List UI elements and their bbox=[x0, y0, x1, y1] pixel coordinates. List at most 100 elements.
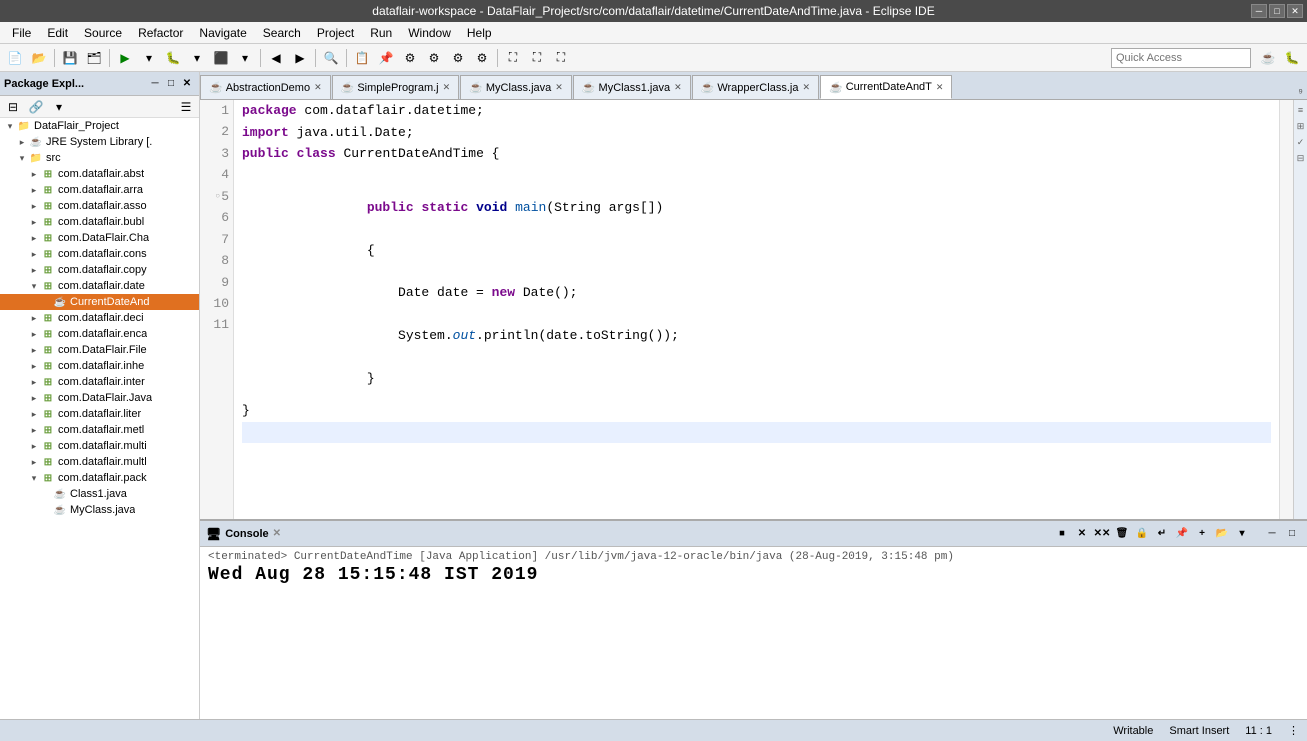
tab-wrapperclass[interactable]: ☕ WrapperClass.ja ✕ bbox=[692, 75, 819, 99]
coverage-button[interactable]: ⬛ bbox=[210, 47, 232, 69]
tree-item-pkg-copy[interactable]: ▸ ⊞ com.dataflair.copy bbox=[0, 262, 199, 278]
console-maximize-btn[interactable]: □ bbox=[1283, 525, 1301, 543]
menu-edit[interactable]: Edit bbox=[39, 22, 76, 43]
tab-close-2[interactable]: ✕ bbox=[555, 82, 563, 93]
quick-access-input[interactable] bbox=[1111, 48, 1251, 68]
tree-item-pkg-deci[interactable]: ▸ ⊞ com.dataflair.deci bbox=[0, 310, 199, 326]
menu-help[interactable]: Help bbox=[459, 22, 500, 43]
tree-item-pkg-date[interactable]: ▾ ⊞ com.dataflair.date bbox=[0, 278, 199, 294]
tree-item-pkg-arra[interactable]: ▸ ⊞ com.dataflair.arra bbox=[0, 182, 199, 198]
status-options-icon[interactable]: ⋮ bbox=[1288, 724, 1299, 737]
console-scroll-lock-btn[interactable]: 🔒 bbox=[1133, 525, 1151, 543]
tree-item-pkg-inhe[interactable]: ▸ ⊞ com.dataflair.inhe bbox=[0, 358, 199, 374]
coverage-dropdown-button[interactable]: ▾ bbox=[234, 47, 256, 69]
console-dropdown-btn[interactable]: ▾ bbox=[1233, 525, 1251, 543]
tb-btn-extra4[interactable]: ⚙ bbox=[471, 47, 493, 69]
tab-close-4[interactable]: ✕ bbox=[802, 82, 810, 93]
tab-extra[interactable]: ⁹ bbox=[1294, 87, 1307, 99]
tree-item-pkg-metl[interactable]: ▸ ⊞ com.dataflair.metl bbox=[0, 422, 199, 438]
debug-dropdown-button[interactable]: ▾ bbox=[186, 47, 208, 69]
properties-icon[interactable]: ⊟ bbox=[1295, 152, 1307, 164]
tb-btn-extra7[interactable]: ⛶ bbox=[550, 47, 572, 69]
tb-btn-extra5[interactable]: ⛶ bbox=[502, 47, 524, 69]
close-button[interactable]: ✕ bbox=[1287, 4, 1303, 18]
tree-item-myclass[interactable]: ☕ MyClass.java bbox=[0, 502, 199, 518]
console-word-wrap-btn[interactable]: ↵ bbox=[1153, 525, 1171, 543]
window-controls[interactable]: ─ □ ✕ bbox=[1251, 4, 1303, 18]
pin-editor-button[interactable]: 📌 bbox=[375, 47, 397, 69]
tab-myclass[interactable]: ☕ MyClass.java ✕ bbox=[460, 75, 572, 99]
console-new-btn[interactable]: + bbox=[1193, 525, 1211, 543]
tab-simple-program[interactable]: ☕ SimpleProgram.j ✕ bbox=[332, 75, 460, 99]
menu-file[interactable]: File bbox=[4, 22, 39, 43]
tab-myclass1[interactable]: ☕ MyClass1.java ✕ bbox=[573, 75, 691, 99]
new-button[interactable]: 📄 bbox=[4, 47, 26, 69]
run-button[interactable]: ▶ bbox=[114, 47, 136, 69]
tasks-icon[interactable]: ✓ bbox=[1295, 136, 1307, 148]
menu-search[interactable]: Search bbox=[255, 22, 309, 43]
console-pin-btn[interactable]: 📌 bbox=[1173, 525, 1191, 543]
pe-view-menu[interactable]: ▾ bbox=[48, 96, 70, 118]
save-button[interactable]: 💾 bbox=[59, 47, 81, 69]
tab-current-date[interactable]: ☕ CurrentDateAndT ✕ bbox=[820, 75, 952, 99]
perspective-java[interactable]: ☕ bbox=[1257, 47, 1279, 69]
console-open-btn[interactable]: 📂 bbox=[1213, 525, 1231, 543]
run-dropdown-button[interactable]: ▾ bbox=[138, 47, 160, 69]
tree-item-pkg-enca[interactable]: ▸ ⊞ com.dataflair.enca bbox=[0, 326, 199, 342]
tree-item-pkg-bubl[interactable]: ▸ ⊞ com.dataflair.bubl bbox=[0, 214, 199, 230]
tree-item-jre[interactable]: ▸ ☕ JRE System Library [. bbox=[0, 134, 199, 150]
menu-project[interactable]: Project bbox=[309, 22, 362, 43]
pe-collapse-all[interactable]: ⊟ bbox=[2, 96, 24, 118]
console-stop-btn[interactable]: ✕ bbox=[1073, 525, 1091, 543]
pe-view-options[interactable]: ☰ bbox=[175, 96, 197, 118]
menu-refactor[interactable]: Refactor bbox=[130, 22, 191, 43]
tree-item-project[interactable]: ▾ 📁 DataFlair_Project bbox=[0, 118, 199, 134]
menu-window[interactable]: Window bbox=[400, 22, 459, 43]
perspective-debug[interactable]: 🐛 bbox=[1281, 47, 1303, 69]
outline-icon[interactable]: ≡ bbox=[1295, 104, 1307, 116]
open-task-button[interactable]: 📋 bbox=[351, 47, 373, 69]
tree-item-pkg-cha[interactable]: ▸ ⊞ com.DataFlair.Cha bbox=[0, 230, 199, 246]
maximize-button[interactable]: □ bbox=[1269, 4, 1285, 18]
tree-item-pkg-liter[interactable]: ▸ ⊞ com.dataflair.liter bbox=[0, 406, 199, 422]
next-edit-button[interactable]: ▶ bbox=[289, 47, 311, 69]
console-clear-btn[interactable]: 🗑 bbox=[1113, 525, 1131, 543]
tree-item-pkg-asso[interactable]: ▸ ⊞ com.dataflair.asso bbox=[0, 198, 199, 214]
save-all-button[interactable]: 🗂 bbox=[83, 47, 105, 69]
prev-edit-button[interactable]: ◀ bbox=[265, 47, 287, 69]
menu-source[interactable]: Source bbox=[76, 22, 130, 43]
menu-navigate[interactable]: Navigate bbox=[191, 22, 254, 43]
tree-item-pkg-abst[interactable]: ▸ ⊞ com.dataflair.abst bbox=[0, 166, 199, 182]
pe-close-button[interactable]: ✕ bbox=[179, 76, 195, 92]
pe-maximize-button[interactable]: □ bbox=[163, 76, 179, 92]
console-remove-btn[interactable]: ✕✕ bbox=[1093, 525, 1111, 543]
code-area[interactable]: package com.dataflair.datetime; import j… bbox=[234, 100, 1279, 519]
console-body[interactable]: <terminated> CurrentDateAndTime [Java Ap… bbox=[200, 547, 1307, 719]
tab-close-1[interactable]: ✕ bbox=[443, 82, 451, 93]
tb-btn-extra2[interactable]: ⚙ bbox=[423, 47, 445, 69]
menu-run[interactable]: Run bbox=[362, 22, 400, 43]
tree-item-pkg-multi[interactable]: ▸ ⊞ com.dataflair.multi bbox=[0, 438, 199, 454]
pe-minimize-button[interactable]: ─ bbox=[147, 76, 163, 92]
search-button[interactable]: 🔍 bbox=[320, 47, 342, 69]
console-minimize-btn[interactable]: ─ bbox=[1263, 525, 1281, 543]
gutter-overview[interactable] bbox=[1280, 100, 1292, 112]
tree-item-pkg-inter[interactable]: ▸ ⊞ com.dataflair.inter bbox=[0, 374, 199, 390]
tab-abstraction-demo[interactable]: ☕ AbstractionDemo ✕ bbox=[200, 75, 331, 99]
tree-item-pkg-pack[interactable]: ▾ ⊞ com.dataflair.pack bbox=[0, 470, 199, 486]
debug-button[interactable]: 🐛 bbox=[162, 47, 184, 69]
bookmarks-icon[interactable]: ⊞ bbox=[1295, 120, 1307, 132]
open-type-button[interactable]: 📂 bbox=[28, 47, 50, 69]
tb-btn-extra1[interactable]: ⚙ bbox=[399, 47, 421, 69]
pe-link-editor[interactable]: 🔗 bbox=[25, 96, 47, 118]
minimize-button[interactable]: ─ bbox=[1251, 4, 1267, 18]
tree-item-pkg-java[interactable]: ▸ ⊞ com.DataFlair.Java bbox=[0, 390, 199, 406]
tree-item-src[interactable]: ▾ 📁 src bbox=[0, 150, 199, 166]
tb-btn-extra3[interactable]: ⚙ bbox=[447, 47, 469, 69]
tb-btn-extra6[interactable]: ⛶ bbox=[526, 47, 548, 69]
tab-close-5[interactable]: ✕ bbox=[936, 82, 944, 93]
tree-item-current-date[interactable]: ☕ CurrentDateAnd bbox=[0, 294, 199, 310]
tab-close-0[interactable]: ✕ bbox=[314, 82, 322, 93]
tree-item-pkg-file[interactable]: ▸ ⊞ com.DataFlair.File bbox=[0, 342, 199, 358]
tree-item-class1[interactable]: ☕ Class1.java bbox=[0, 486, 199, 502]
